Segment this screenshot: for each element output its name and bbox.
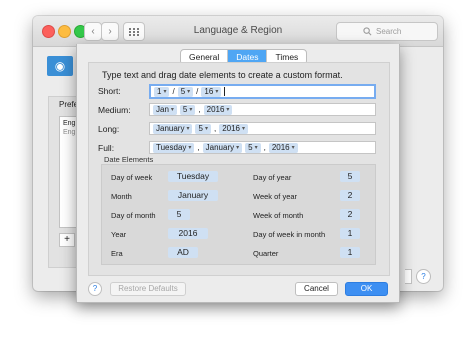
date-element-token[interactable]: January bbox=[168, 190, 218, 201]
date-element-label: Day of week in month bbox=[253, 230, 326, 239]
format-token[interactable]: Tuesday ▾ bbox=[153, 142, 195, 153]
format-token[interactable]: January ▾ bbox=[202, 142, 243, 153]
text-caret bbox=[224, 87, 226, 96]
separator-text: , bbox=[213, 124, 217, 133]
format-token[interactable]: Jan ▾ bbox=[153, 104, 177, 115]
help-button[interactable]: ? bbox=[88, 282, 102, 296]
date-element-token[interactable]: 1 bbox=[340, 228, 360, 239]
date-element-token[interactable]: 2016 bbox=[168, 228, 208, 239]
medium-format-field[interactable]: Jan ▾ 5 ▾ , 2016 ▾ bbox=[149, 103, 376, 116]
token-value: 1 bbox=[157, 86, 162, 96]
chevron-down-icon: ▾ bbox=[189, 106, 193, 113]
separator-text: / bbox=[196, 87, 199, 96]
full-label: Full: bbox=[98, 143, 115, 153]
date-element-token[interactable]: Tuesday bbox=[168, 171, 218, 182]
restore-defaults-button[interactable]: Restore Defaults bbox=[110, 282, 186, 296]
date-element-label: Era bbox=[111, 249, 123, 258]
instructions-text: Type text and drag date elements to crea… bbox=[102, 70, 343, 80]
chevron-down-icon: ▾ bbox=[204, 125, 208, 132]
separator-text: , bbox=[197, 143, 200, 152]
format-token[interactable]: 5 ▾ bbox=[177, 86, 194, 97]
token-value: 16 bbox=[204, 86, 214, 96]
date-element-label: Year bbox=[111, 230, 127, 239]
advanced-dates-sheet: General Dates Times Type text and drag d… bbox=[76, 44, 400, 303]
date-elements-box: Day of week Tuesday Month January Day of… bbox=[101, 164, 376, 265]
un-flag-icon: ◉ bbox=[47, 56, 73, 76]
token-value: 5 bbox=[248, 142, 253, 152]
date-element-label: Day of year bbox=[253, 173, 292, 182]
date-element-token[interactable]: 2 bbox=[340, 209, 360, 220]
format-token[interactable]: 5 ▾ bbox=[179, 104, 196, 115]
format-token[interactable]: 1 ▾ bbox=[154, 86, 170, 97]
chevron-down-icon: ▾ bbox=[241, 125, 245, 132]
date-element-label: Day of week bbox=[111, 173, 153, 182]
date-element-token[interactable]: 1 bbox=[340, 247, 360, 258]
cancel-button[interactable]: Cancel bbox=[295, 282, 338, 296]
date-element-label: Week of year bbox=[253, 192, 298, 201]
separator-text: / bbox=[172, 87, 175, 96]
date-element-label: Month bbox=[111, 192, 132, 201]
ok-button[interactable]: OK bbox=[345, 282, 388, 296]
format-token[interactable]: 2016 ▾ bbox=[219, 123, 248, 134]
search-field[interactable]: Search bbox=[336, 22, 438, 41]
search-placeholder: Search bbox=[376, 27, 402, 36]
full-format-field[interactable]: Tuesday ▾ , January ▾ 5 ▾ , 2016 ▾ bbox=[149, 141, 376, 154]
chevron-down-icon: ▾ bbox=[254, 144, 258, 151]
token-value: 2016 bbox=[271, 142, 290, 152]
token-value: Jan bbox=[156, 104, 169, 114]
date-element-token[interactable]: 5 bbox=[168, 209, 190, 220]
search-icon bbox=[363, 27, 372, 36]
format-token[interactable]: 5 ▾ bbox=[195, 123, 211, 134]
format-token[interactable]: January ▾ bbox=[153, 123, 193, 134]
date-element-token[interactable]: AD bbox=[168, 247, 198, 258]
separator-text: , bbox=[198, 105, 201, 114]
date-element-label: Week of month bbox=[253, 211, 304, 220]
format-token[interactable]: 16 ▾ bbox=[201, 86, 222, 97]
date-element-token[interactable]: 5 bbox=[340, 171, 360, 182]
token-value: 5 bbox=[180, 86, 186, 96]
token-value: 2016 bbox=[206, 104, 225, 114]
window-help-button[interactable]: ? bbox=[416, 269, 431, 284]
token-value: 5 bbox=[198, 123, 203, 133]
chevron-down-icon: ▾ bbox=[291, 144, 295, 151]
chevron-down-icon: ▾ bbox=[170, 106, 174, 113]
format-token[interactable]: 5 ▾ bbox=[245, 142, 261, 153]
chevron-down-icon: ▾ bbox=[186, 125, 190, 132]
medium-label: Medium: bbox=[98, 105, 131, 115]
chevron-down-icon: ▾ bbox=[236, 144, 240, 151]
chevron-down-icon: ▾ bbox=[187, 88, 191, 95]
long-label: Long: bbox=[98, 124, 120, 134]
date-element-label: Day of month bbox=[111, 211, 156, 220]
token-value: 5 bbox=[182, 104, 188, 114]
long-format-field[interactable]: January ▾ 5 ▾ , 2016 ▾ bbox=[149, 122, 376, 135]
date-elements-title: Date Elements bbox=[104, 155, 154, 164]
advanced-button[interactable] bbox=[405, 269, 412, 284]
token-value: January bbox=[205, 142, 235, 152]
token-value: January bbox=[156, 123, 185, 133]
title-bar: ‹ › Language & Region Search bbox=[33, 16, 443, 47]
token-value: Tuesday bbox=[156, 142, 187, 152]
chevron-down-icon: ▾ bbox=[215, 88, 219, 95]
add-language-button[interactable]: + bbox=[59, 233, 75, 247]
separator-text: , bbox=[263, 143, 266, 152]
format-token[interactable]: 2016 ▾ bbox=[268, 142, 298, 153]
format-token[interactable]: 2016 ▾ bbox=[203, 104, 233, 115]
short-label: Short: bbox=[98, 86, 121, 96]
chevron-down-icon: ▾ bbox=[188, 144, 192, 151]
token-value: 2016 bbox=[222, 123, 240, 133]
date-element-token[interactable]: 2 bbox=[340, 190, 360, 201]
short-format-field[interactable]: 1 ▾ / 5 ▾ / 16 ▾ bbox=[149, 84, 376, 99]
date-element-label: Quarter bbox=[253, 249, 279, 258]
chevron-down-icon: ▾ bbox=[163, 88, 167, 95]
chevron-down-icon: ▾ bbox=[226, 106, 230, 113]
